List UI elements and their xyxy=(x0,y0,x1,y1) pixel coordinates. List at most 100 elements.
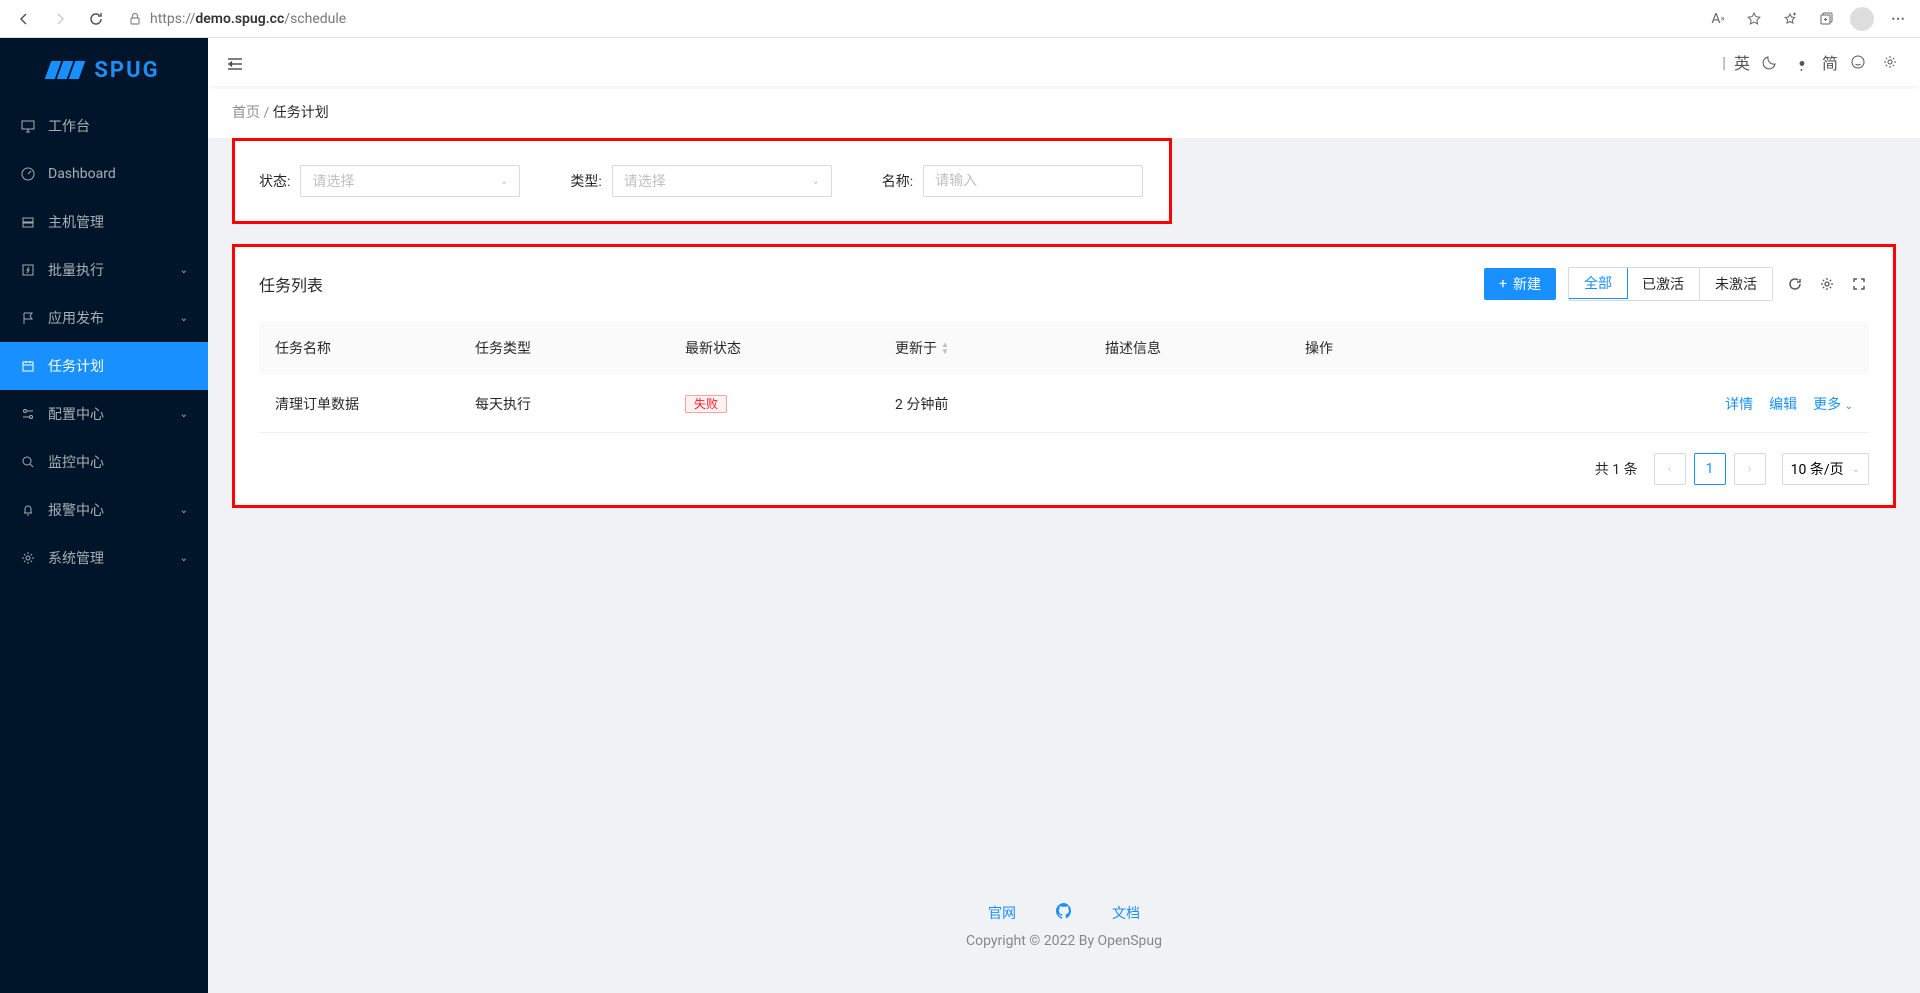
breadcrumb: 首页 / 任务计划 xyxy=(208,86,1920,138)
sidebar-item-label: 监控中心 xyxy=(48,452,104,472)
sidebar-item-label: 工作台 xyxy=(48,116,90,136)
chevron-down-icon: ⌄ xyxy=(811,176,819,187)
copyright: Copyright © 2022 By OpenSpug xyxy=(252,933,1876,949)
filter-status-label: 状态: xyxy=(259,171,290,191)
breadcrumb-home[interactable]: 首页 xyxy=(232,105,260,121)
filter-tabs: 全部 已激活 未激活 xyxy=(1568,267,1773,301)
sidebar-item-workspace[interactable]: 工作台 xyxy=(0,102,208,150)
reload-icon[interactable] xyxy=(1785,274,1805,294)
github-icon[interactable] xyxy=(1056,903,1072,923)
logo[interactable]: SPUG xyxy=(0,38,208,102)
thunder-icon xyxy=(20,262,36,278)
desktop-icon xyxy=(20,118,36,134)
column-updated[interactable]: 更新于 ▲▼ xyxy=(879,338,1089,358)
fullscreen-icon[interactable] xyxy=(1849,274,1869,294)
pagination: 共 1 条 ‹ 1 › 10 条/页 ⌄ xyxy=(259,453,1869,485)
filter-type-select[interactable]: 请选择 ⌄ xyxy=(612,165,832,197)
logo-text: SPUG xyxy=(94,58,159,83)
filter-panel: 状态: 请选择 ⌄ 类型: 请选择 ⌄ 名称: xyxy=(232,138,1172,224)
sidebar-item-monitor[interactable]: 监控中心 xyxy=(0,438,208,486)
sidebar-item-system[interactable]: 系统管理 ⌄ xyxy=(0,534,208,582)
column-name: 任务名称 xyxy=(259,338,459,358)
sidebar-item-label: 任务计划 xyxy=(48,356,104,376)
monitor-icon xyxy=(20,454,36,470)
sidebar-item-label: 应用发布 xyxy=(48,308,104,328)
profile-avatar[interactable] xyxy=(1850,7,1874,31)
new-task-button[interactable]: + 新建 xyxy=(1484,268,1556,300)
back-button[interactable] xyxy=(10,5,38,33)
sidebar-item-alarm[interactable]: 报警中心 ⌄ xyxy=(0,486,208,534)
next-page-button[interactable]: › xyxy=(1734,453,1766,485)
breadcrumb-current: 任务计划 xyxy=(273,105,329,121)
cell-name: 清理订单数据 xyxy=(259,394,459,414)
official-link[interactable]: 官网 xyxy=(988,903,1016,923)
dots-icon[interactable]: •ٜ xyxy=(1790,50,1814,74)
gear-icon[interactable] xyxy=(1878,50,1902,74)
favorites-bar-icon[interactable] xyxy=(1778,7,1802,31)
table-header-row: 任务名称 任务类型 最新状态 更新于 ▲▼ 描述信息 操作 xyxy=(259,321,1869,375)
chevron-down-icon: ⌄ xyxy=(1852,464,1860,475)
browser-chrome: https://demo.spug.cc/schedule A» ⋯ xyxy=(0,0,1920,38)
sidebar-item-dashboard[interactable]: Dashboard xyxy=(0,150,208,198)
sidebar-item-deploy[interactable]: 应用发布 ⌄ xyxy=(0,294,208,342)
menu-fold-icon[interactable] xyxy=(226,50,244,74)
filter-name-input[interactable] xyxy=(923,165,1143,197)
sidebar-item-config[interactable]: 配置中心 ⌄ xyxy=(0,390,208,438)
sidebar-item-label: 系统管理 xyxy=(48,548,104,568)
sidebar-item-schedule[interactable]: 任务计划 xyxy=(0,342,208,390)
docs-link[interactable]: 文档 xyxy=(1112,903,1140,923)
more-icon[interactable]: ⋯ xyxy=(1886,7,1910,31)
forward-button[interactable] xyxy=(46,5,74,33)
page-size-select[interactable]: 10 条/页 ⌄ xyxy=(1782,453,1869,485)
url-bar[interactable]: https://demo.spug.cc/schedule xyxy=(118,5,1698,33)
lang-en[interactable]: 英 xyxy=(1734,50,1750,74)
chevron-down-icon: ⌄ xyxy=(500,176,508,187)
refresh-button[interactable] xyxy=(82,5,110,33)
task-list-panel: 任务列表 + 新建 全部 已激活 未激活 xyxy=(232,244,1896,508)
sidebar-item-label: Dashboard xyxy=(48,166,116,182)
moon-icon[interactable] xyxy=(1758,50,1782,74)
sidebar-item-label: 主机管理 xyxy=(48,212,104,232)
column-type: 任务类型 xyxy=(459,338,669,358)
prev-page-button[interactable]: ‹ xyxy=(1654,453,1686,485)
filter-status-select[interactable]: 请选择 ⌄ xyxy=(300,165,520,197)
table-row: 清理订单数据 每天执行 失败 2 分钟前 详情 编辑 更多 ⌄ xyxy=(259,375,1869,433)
read-aloud-icon[interactable]: A» xyxy=(1706,7,1730,31)
page-1-button[interactable]: 1 xyxy=(1694,453,1726,485)
cloud-server-icon xyxy=(20,214,36,230)
sidebar-item-hosts[interactable]: 主机管理 xyxy=(0,198,208,246)
cell-status: 失败 xyxy=(669,395,879,412)
lang-cn[interactable]: 简 xyxy=(1822,50,1838,74)
more-link[interactable]: 更多 ⌄ xyxy=(1813,394,1853,414)
status-badge: 失败 xyxy=(685,395,727,413)
plus-icon: + xyxy=(1499,276,1507,292)
lock-icon xyxy=(128,11,142,27)
sort-icon: ▲▼ xyxy=(941,341,949,355)
collections-icon[interactable] xyxy=(1814,7,1838,31)
smile-icon[interactable] xyxy=(1846,50,1870,74)
cell-action: 详情 编辑 更多 ⌄ xyxy=(1289,394,1869,414)
table-title: 任务列表 xyxy=(259,272,323,296)
detail-link[interactable]: 详情 xyxy=(1725,394,1753,414)
edit-link[interactable]: 编辑 xyxy=(1769,394,1797,414)
config-icon xyxy=(20,406,36,422)
chevron-down-icon: ⌄ xyxy=(180,313,188,324)
sidebar-item-label: 配置中心 xyxy=(48,404,104,424)
tab-inactive[interactable]: 未激活 xyxy=(1700,268,1772,300)
chevron-down-icon: ⌄ xyxy=(180,409,188,420)
tab-all[interactable]: 全部 xyxy=(1568,267,1628,299)
sidebar-item-label: 批量执行 xyxy=(48,260,104,280)
setting-icon[interactable] xyxy=(1817,274,1837,294)
sidebar-item-batch[interactable]: 批量执行 ⌄ xyxy=(0,246,208,294)
setting-icon xyxy=(20,550,36,566)
column-action: 操作 xyxy=(1289,338,1869,358)
filter-type-label: 类型: xyxy=(570,171,601,191)
sidebar-item-label: 报警中心 xyxy=(48,500,104,520)
cell-updated: 2 分钟前 xyxy=(879,394,1089,414)
column-status: 最新状态 xyxy=(669,338,879,358)
browser-icons: A» ⋯ xyxy=(1706,7,1910,31)
tab-active[interactable]: 已激活 xyxy=(1627,268,1700,300)
chevron-down-icon: ⌄ xyxy=(180,265,188,276)
cell-type: 每天执行 xyxy=(459,394,669,414)
favorite-icon[interactable] xyxy=(1742,7,1766,31)
